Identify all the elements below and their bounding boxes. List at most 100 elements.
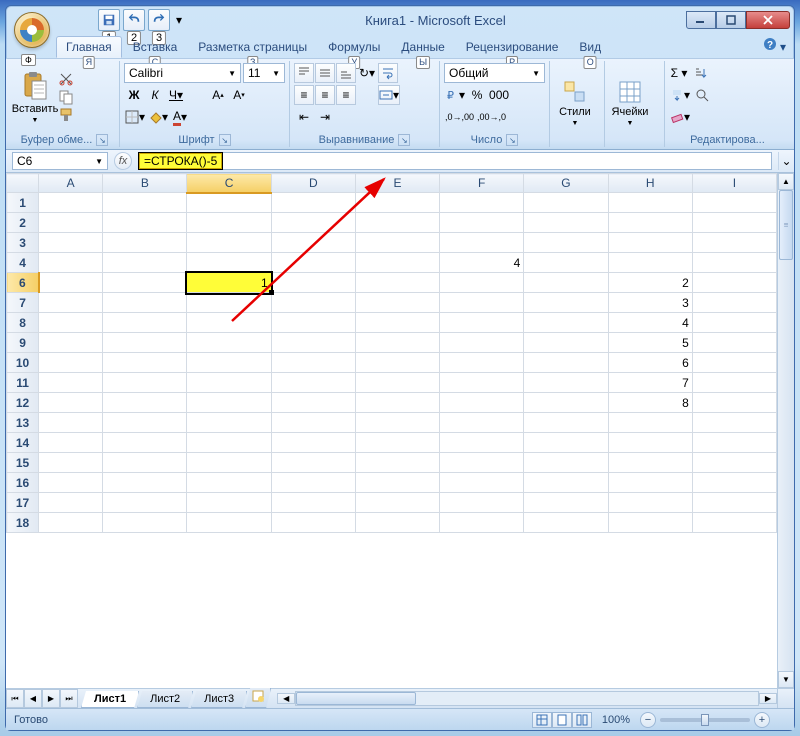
grow-font-button[interactable]: A▴ — [208, 85, 228, 105]
cell-F18[interactable] — [440, 513, 524, 533]
col-header-A[interactable]: A — [39, 174, 103, 193]
dialog-launcher[interactable]: ↘ — [96, 134, 108, 146]
cell-D16[interactable] — [271, 473, 355, 493]
cell-D1[interactable] — [271, 193, 355, 213]
col-header-C[interactable]: C — [187, 174, 271, 193]
cell-B15[interactable] — [103, 453, 187, 473]
cell-D11[interactable] — [271, 373, 355, 393]
tab-data[interactable]: ДанныеЫ — [391, 36, 454, 58]
scroll-down-button[interactable]: ▼ — [778, 671, 794, 688]
cell-F11[interactable] — [440, 373, 524, 393]
cell-A3[interactable] — [39, 233, 103, 253]
cell-D7[interactable] — [271, 293, 355, 313]
cell-B3[interactable] — [103, 233, 187, 253]
cell-H2[interactable] — [608, 213, 692, 233]
cell-B6[interactable] — [103, 273, 187, 293]
styles-button[interactable]: Стили▼ — [554, 70, 596, 136]
tab-review[interactable]: РецензированиеР — [456, 36, 569, 58]
cell-H7[interactable]: 3 — [608, 293, 692, 313]
vertical-scrollbar[interactable]: ▲ ▼ — [777, 173, 794, 688]
cell-I2[interactable] — [692, 213, 776, 233]
cell-I3[interactable] — [692, 233, 776, 253]
cell-I15[interactable] — [692, 453, 776, 473]
align-top-button[interactable] — [294, 63, 314, 83]
cell-A14[interactable] — [39, 433, 103, 453]
cell-I18[interactable] — [692, 513, 776, 533]
cell-E3[interactable] — [355, 233, 439, 253]
row-header-16[interactable]: 16 — [7, 473, 39, 493]
cell-A2[interactable] — [39, 213, 103, 233]
cell-E14[interactable] — [355, 433, 439, 453]
cell-E2[interactable] — [355, 213, 439, 233]
cell-C18[interactable] — [187, 513, 271, 533]
cell-G18[interactable] — [524, 513, 608, 533]
tab-home[interactable]: ГлавнаяЯ — [56, 36, 122, 58]
cell-G1[interactable] — [524, 193, 608, 213]
cell-G4[interactable] — [524, 253, 608, 273]
cell-D14[interactable] — [271, 433, 355, 453]
cell-E9[interactable] — [355, 333, 439, 353]
cell-G14[interactable] — [524, 433, 608, 453]
cell-G10[interactable] — [524, 353, 608, 373]
cell-F10[interactable] — [440, 353, 524, 373]
cell-C1[interactable] — [187, 193, 271, 213]
row-header-11[interactable]: 11 — [7, 373, 39, 393]
cell-G17[interactable] — [524, 493, 608, 513]
cell-H13[interactable] — [608, 413, 692, 433]
increase-decimal-button[interactable]: ,0→,00 — [444, 107, 475, 127]
col-header-D[interactable]: D — [271, 174, 355, 193]
cell-H8[interactable]: 4 — [608, 313, 692, 333]
underline-button[interactable]: Ч▾ — [166, 85, 186, 105]
cell-D13[interactable] — [271, 413, 355, 433]
cell-E8[interactable] — [355, 313, 439, 333]
font-size-combo[interactable]: 11▼ — [243, 63, 285, 83]
cell-G12[interactable] — [524, 393, 608, 413]
comma-button[interactable]: 000 — [488, 85, 510, 105]
row-header-1[interactable]: 1 — [7, 193, 39, 213]
cell-C8[interactable] — [187, 313, 271, 333]
cell-G2[interactable] — [524, 213, 608, 233]
cell-E6[interactable] — [355, 273, 439, 293]
cell-D9[interactable] — [271, 333, 355, 353]
cell-B10[interactable] — [103, 353, 187, 373]
cell-E10[interactable] — [355, 353, 439, 373]
bold-button[interactable]: Ж — [124, 85, 144, 105]
row-header-18[interactable]: 18 — [7, 513, 39, 533]
row-header-3[interactable]: 3 — [7, 233, 39, 253]
cell-A12[interactable] — [39, 393, 103, 413]
cell-H14[interactable] — [608, 433, 692, 453]
cell-E11[interactable] — [355, 373, 439, 393]
qat-save-button[interactable]: 1 — [98, 9, 120, 31]
cell-A11[interactable] — [39, 373, 103, 393]
name-box[interactable]: C6▼ — [12, 152, 108, 170]
cell-B4[interactable] — [103, 253, 187, 273]
cell-E7[interactable] — [355, 293, 439, 313]
row-header-4[interactable]: 4 — [7, 253, 39, 273]
format-painter-button[interactable] — [58, 107, 74, 123]
cell-I7[interactable] — [692, 293, 776, 313]
cell-C17[interactable] — [187, 493, 271, 513]
cell-C13[interactable] — [187, 413, 271, 433]
cell-B1[interactable] — [103, 193, 187, 213]
cell-F16[interactable] — [440, 473, 524, 493]
cell-B8[interactable] — [103, 313, 187, 333]
sheet-nav-first[interactable]: ⏮ — [6, 689, 24, 708]
hscroll-right[interactable]: ▶ — [759, 693, 777, 704]
fill-button[interactable]: ▾ — [669, 85, 691, 105]
align-bottom-button[interactable] — [336, 63, 356, 83]
tab-insert[interactable]: ВставкаС — [123, 36, 188, 58]
cell-H11[interactable]: 7 — [608, 373, 692, 393]
cell-D15[interactable] — [271, 453, 355, 473]
cell-D10[interactable] — [271, 353, 355, 373]
sheet-tab-3[interactable]: Лист3 — [191, 691, 247, 708]
row-header-17[interactable]: 17 — [7, 493, 39, 513]
cell-A7[interactable] — [39, 293, 103, 313]
cell-H16[interactable] — [608, 473, 692, 493]
cell-F8[interactable] — [440, 313, 524, 333]
italic-button[interactable]: К — [145, 85, 165, 105]
cell-I16[interactable] — [692, 473, 776, 493]
cell-H4[interactable] — [608, 253, 692, 273]
cell-H12[interactable]: 8 — [608, 393, 692, 413]
fx-button[interactable]: fx — [114, 152, 132, 170]
cell-I4[interactable] — [692, 253, 776, 273]
